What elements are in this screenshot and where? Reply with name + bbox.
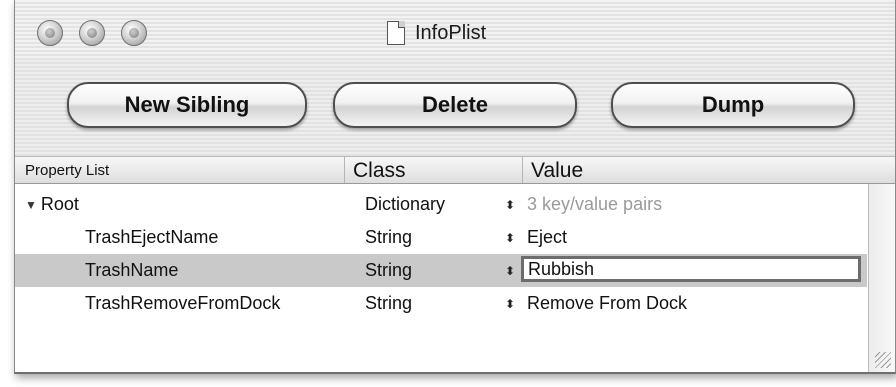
dump-button[interactable]: Dump	[611, 82, 855, 128]
window-title-text: InfoPlist	[415, 21, 487, 44]
property-list-table: Property List Class Value ▼ Root Diction…	[15, 157, 895, 372]
key-cell: ▼ Root	[25, 188, 79, 221]
class-cell[interactable]: String	[365, 287, 412, 320]
title-bar[interactable]: InfoPlist	[15, 0, 895, 60]
window-title: InfoPlist	[387, 21, 486, 45]
zoom-button[interactable]	[121, 20, 147, 46]
disclosure-triangle-icon[interactable]: ▼	[25, 198, 37, 212]
class-cell[interactable]: Dictionary	[365, 188, 445, 221]
value-edit-field[interactable]	[521, 256, 861, 282]
table-row-trash-remove-from-dock[interactable]: TrashRemoveFromDock String ⬍ Remove From…	[15, 287, 867, 320]
new-sibling-button[interactable]: New Sibling	[67, 82, 307, 128]
document-icon	[387, 21, 405, 45]
table-header: Property List Class Value	[15, 157, 895, 184]
column-header-class[interactable]: Class	[345, 157, 523, 183]
class-cell[interactable]: String	[365, 254, 412, 287]
key-label: Root	[40, 194, 79, 214]
table-row-trash-name[interactable]: TrashName String ⬍	[15, 254, 867, 287]
resize-grip-icon[interactable]	[875, 352, 891, 368]
class-stepper-icon[interactable]: ⬍	[503, 287, 517, 320]
value-cell[interactable]: Remove From Dock	[527, 287, 687, 320]
value-cell[interactable]: Eject	[527, 221, 567, 254]
close-button[interactable]	[37, 20, 63, 46]
minimize-button[interactable]	[79, 20, 105, 46]
key-cell: TrashEjectName	[85, 227, 219, 247]
table-row-trash-eject-name[interactable]: TrashEjectName String ⬍ Eject	[15, 221, 867, 254]
value-cell: 3 key/value pairs	[527, 194, 663, 214]
class-cell[interactable]: String	[365, 221, 412, 254]
column-header-property-list[interactable]: Property List	[15, 157, 345, 183]
toolbar: New Sibling Delete Dump	[15, 60, 895, 157]
key-cell: TrashRemoveFromDock	[85, 293, 281, 313]
vertical-scrollbar[interactable]	[868, 184, 895, 372]
infoplist-window: InfoPlist New Sibling Delete Dump Proper…	[14, 0, 896, 374]
column-header-value[interactable]: Value	[523, 157, 895, 183]
class-stepper-icon[interactable]: ⬍	[503, 221, 517, 254]
key-cell: TrashName	[85, 260, 179, 280]
table-row-root[interactable]: ▼ Root Dictionary ⬍ 3 key/value pairs	[15, 188, 867, 221]
delete-button[interactable]: Delete	[333, 82, 577, 128]
class-stepper-icon[interactable]: ⬍	[503, 254, 517, 287]
class-stepper-icon[interactable]: ⬍	[503, 188, 517, 221]
